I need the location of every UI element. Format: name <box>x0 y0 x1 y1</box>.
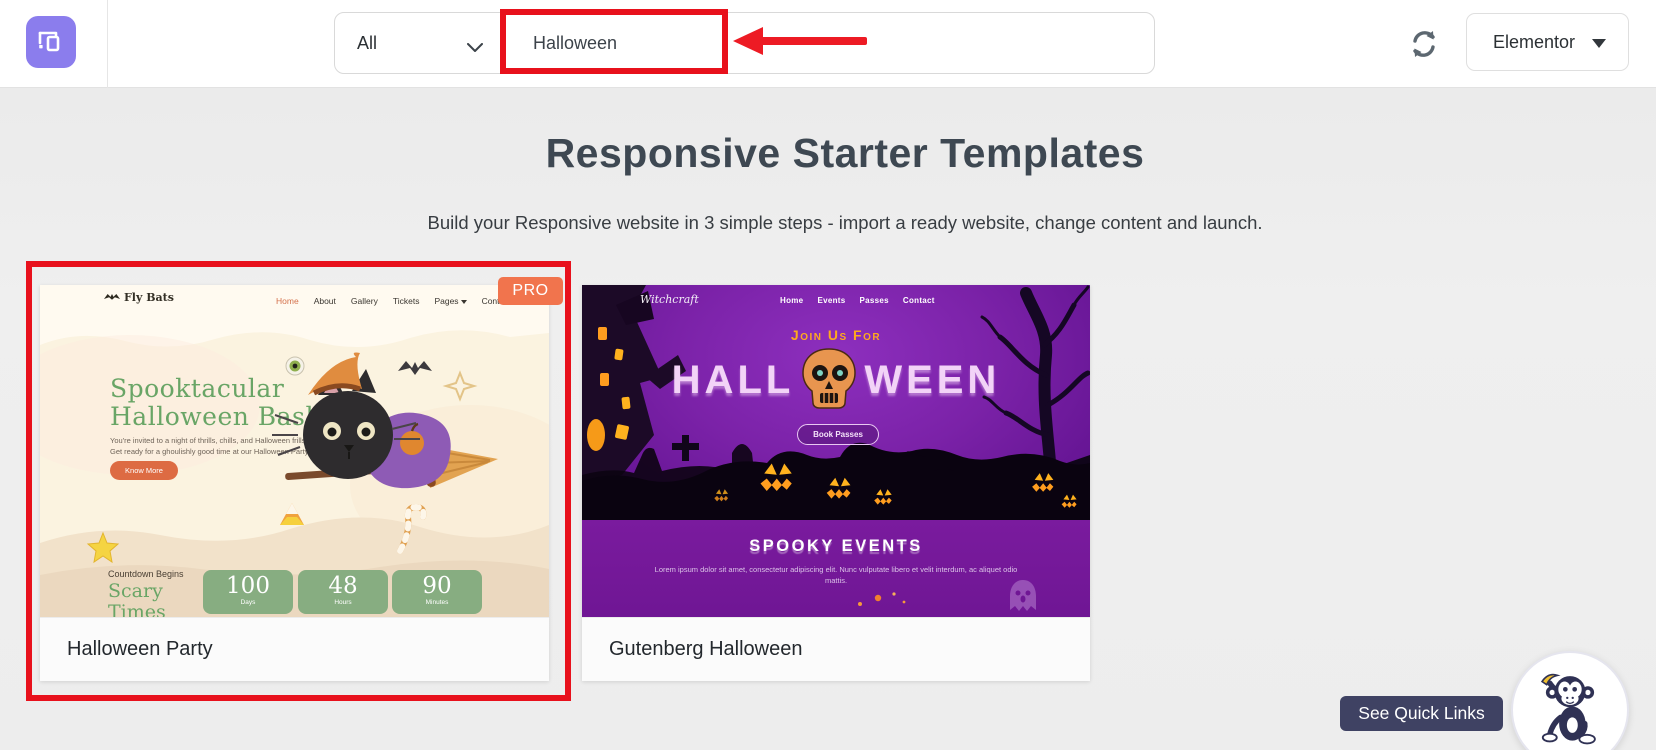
topbar: All Halloween Elementor <box>0 0 1656 88</box>
template-preview-halloween-party: Fly Bats Home About Gallery Tickets Page… <box>40 285 549 617</box>
refresh-icon <box>1408 28 1440 65</box>
preview2-nav: Home Events Passes Contact <box>780 296 935 305</box>
preview2-nav-events: Events <box>817 296 846 305</box>
preview2-hero-title: HALL WEEN <box>582 347 1090 414</box>
template-card-halloween-party[interactable]: Fly Bats Home About Gallery Tickets Page… <box>40 285 549 681</box>
category-filter-select[interactable]: All <box>335 13 501 73</box>
preview1-nav-gallery: Gallery <box>350 296 378 306</box>
page-title: Responsive Starter Templates <box>545 130 1145 176</box>
search-input[interactable] <box>501 13 1154 73</box>
preview1-nav-pages: Pages <box>434 296 467 306</box>
template-title: Halloween Party <box>67 638 213 660</box>
star-icon <box>86 531 120 564</box>
preview1-nav-about: About <box>313 296 336 306</box>
skull-icon <box>796 347 862 414</box>
preview1-nav-tickets: Tickets <box>392 296 420 306</box>
page-builder-value: Elementor <box>1493 31 1576 52</box>
sparkle-dots <box>858 592 906 606</box>
page-subtitle: Build your Responsive website in 3 simpl… <box>427 212 1263 233</box>
preview2-section-title: SPOOKY EVENTS <box>749 537 923 555</box>
page-builder-select[interactable]: Elementor <box>1466 13 1629 71</box>
refresh-button[interactable] <box>1404 26 1444 66</box>
preview2-site-logo: Witchcraft <box>640 293 699 306</box>
topbar-divider <box>107 0 108 88</box>
preview2-events-section: SPOOKY EVENTS Lorem ipsum dolor sit amet… <box>582 520 1090 617</box>
preview2-nav-home: Home <box>780 296 804 305</box>
search-bar: All <box>334 12 1155 74</box>
preview1-countdown-label: Countdown Begins <box>108 569 184 579</box>
countdown-box-hours: 48 Hours <box>298 570 388 614</box>
starter-templates-page: All Halloween Elementor Responsive Start… <box>0 0 1656 750</box>
preview1-nav: Home About Gallery Tickets Pages Contact <box>276 296 511 306</box>
preview1-site-logo: Fly Bats <box>104 291 174 304</box>
card-footer: Halloween Party <box>40 617 549 681</box>
candy-cane-icon <box>397 503 427 554</box>
preview2-hero: Witchcraft Home Events Passes Contact Jo… <box>582 285 1090 520</box>
responsive-logo[interactable] <box>26 16 76 68</box>
category-filter-value: All <box>357 32 378 53</box>
responsive-devices-icon <box>36 25 66 60</box>
template-card-gutenberg-halloween[interactable]: Witchcraft Home Events Passes Contact Jo… <box>582 285 1090 681</box>
monkey-mascot-icon <box>1531 666 1609 750</box>
template-preview-gutenberg-halloween: Witchcraft Home Events Passes Contact Jo… <box>582 285 1090 617</box>
countdown-box-minutes: 90 Minutes <box>392 570 482 614</box>
caret-down-icon <box>1592 39 1606 48</box>
pro-badge: PRO <box>498 277 563 305</box>
ghost-icon <box>1010 580 1036 611</box>
preview1-countdown-heading: Scary Times <box>108 580 166 618</box>
preview2-book-passes-button: Book Passes <box>797 424 879 445</box>
preview1-know-more-button: Know More <box>110 461 178 480</box>
preview2-tagline: Join Us For <box>790 327 882 343</box>
preview1-nav-home: Home <box>276 296 299 306</box>
bat-icon <box>104 291 120 304</box>
preview2-nav-passes: Passes <box>859 296 889 305</box>
see-quick-links-button[interactable]: See Quick Links <box>1340 696 1503 731</box>
template-title: Gutenberg Halloween <box>609 638 803 660</box>
caret-down-icon <box>460 300 467 304</box>
card-footer: Gutenberg Halloween <box>582 617 1090 681</box>
countdown-box-days: 100 Days <box>203 570 293 614</box>
chevron-down-icon <box>467 37 483 58</box>
preview2-nav-contact: Contact <box>902 296 935 305</box>
quick-links-mascot-button[interactable] <box>1511 651 1629 750</box>
